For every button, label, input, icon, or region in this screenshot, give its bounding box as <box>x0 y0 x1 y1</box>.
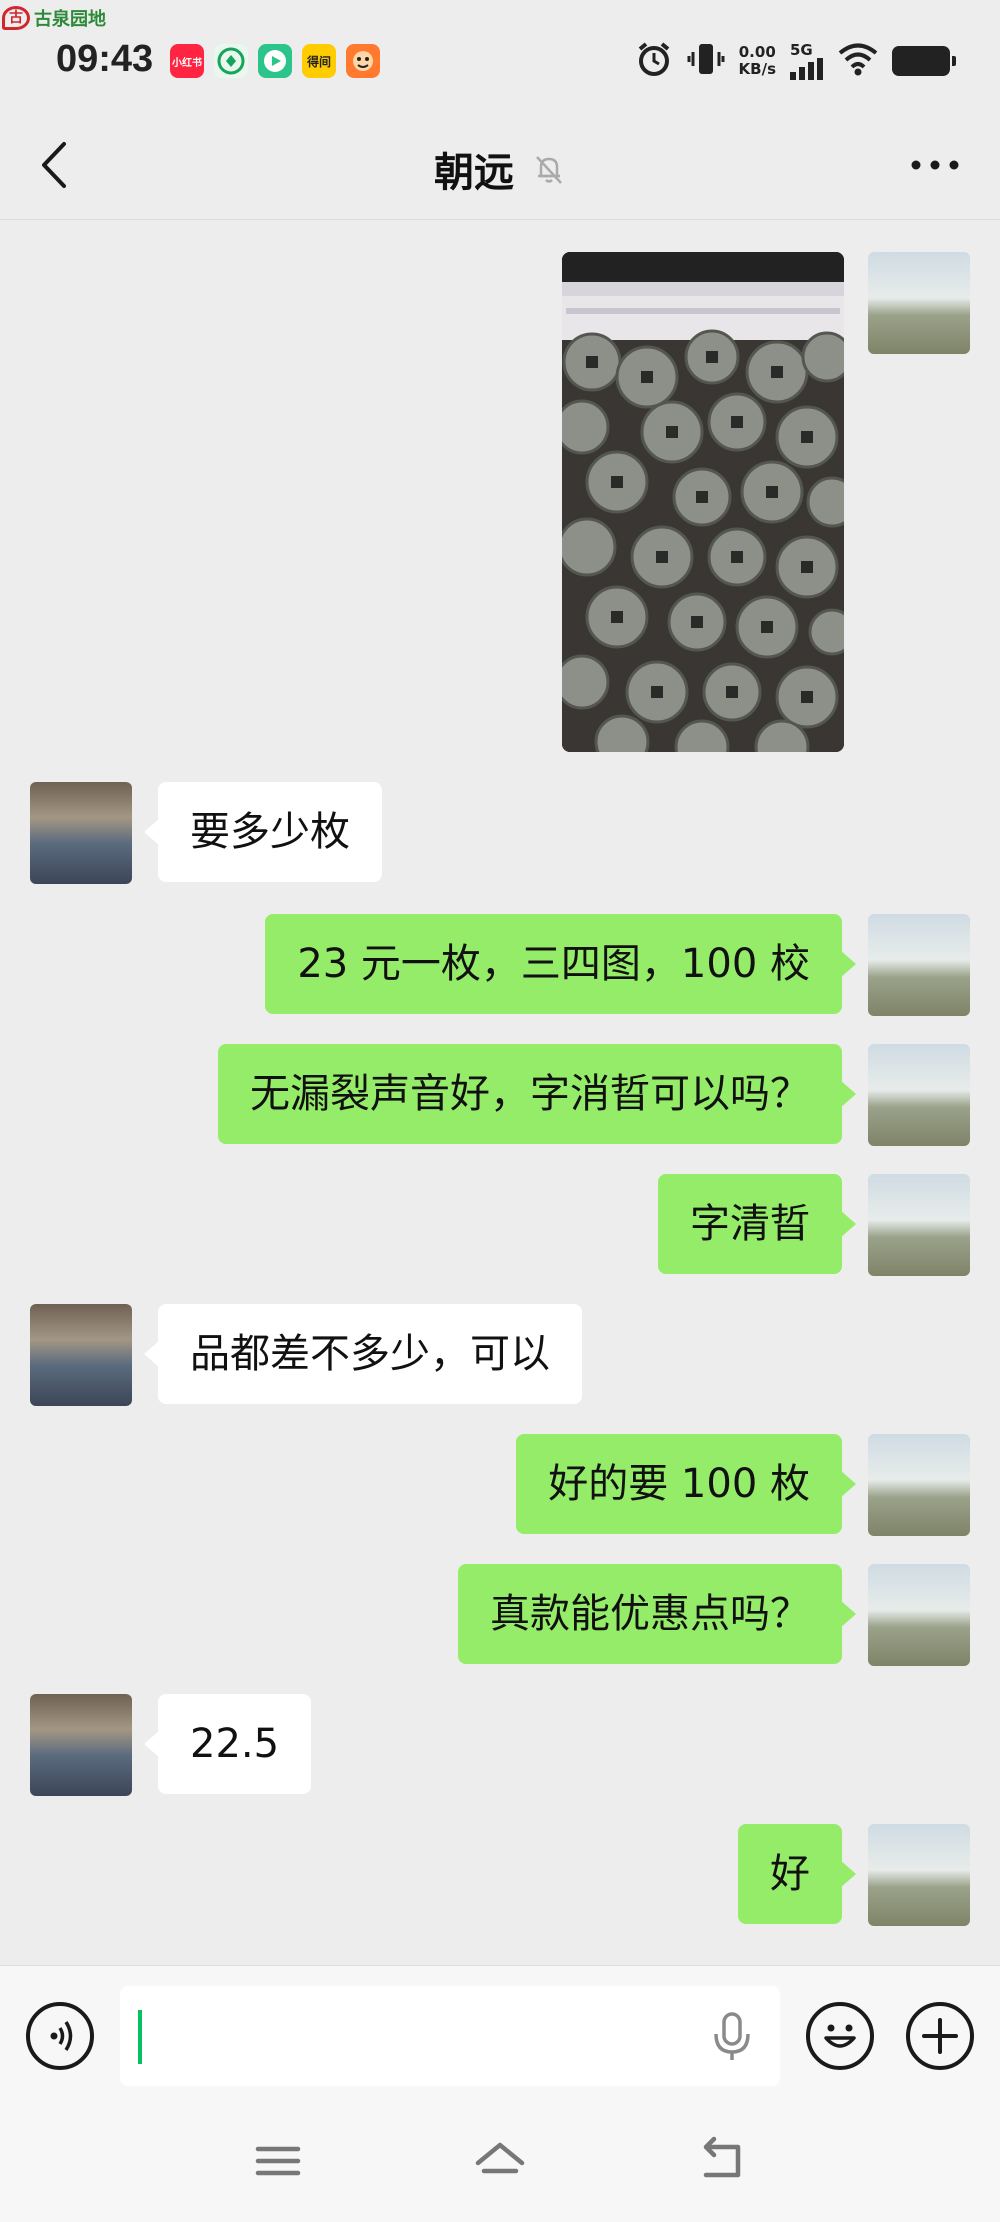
net-speed: 0.00 KB/s <box>739 44 776 78</box>
menu-nav-button[interactable] <box>248 2131 308 2191</box>
system-nav-bar <box>0 2105 1000 2222</box>
status-bar: 09:43 小红书 得间 0.00 KB/s 5G <box>0 30 1000 94</box>
message-bubble-outgoing[interactable]: 无漏裂声音好，字消晢可以吗？ <box>218 1044 856 1144</box>
input-bar <box>0 1965 1000 2105</box>
wifi-icon <box>838 42 878 80</box>
message-input[interactable] <box>120 1986 780 2086</box>
message-bubble-outgoing[interactable]: 23 元一枚，三四图，100 校 <box>265 914 856 1014</box>
alarm-icon <box>635 40 673 82</box>
menu-lines-icon <box>255 2146 301 2176</box>
notification-icons: 小红书 得间 <box>170 44 380 78</box>
text-caret <box>138 2010 142 2064</box>
status-time: 09:43 <box>56 38 154 80</box>
avatar-contact[interactable] <box>30 1304 132 1406</box>
coins-photo <box>562 252 844 752</box>
more-options-button[interactable] <box>906 150 964 180</box>
bank-app-icon <box>214 44 248 78</box>
battery-icon <box>892 46 956 76</box>
microphone-icon[interactable] <box>710 2012 754 2066</box>
more-functions-button[interactable] <box>906 2002 974 2070</box>
game-app-icon <box>346 44 380 78</box>
message-list[interactable]: 要多少枚 23 元一枚，三四图，100 校 无漏裂声音好，字消晢可以吗？ 字清晢… <box>0 222 1000 1962</box>
watermark-logo: 古 古泉园地 <box>2 4 106 32</box>
chat-title: 朝远 <box>434 150 514 196</box>
avatar-self[interactable] <box>868 1824 970 1926</box>
avatar-self[interactable] <box>868 1564 970 1666</box>
title-wrap: 朝远 <box>0 140 1000 198</box>
status-indicators: 0.00 KB/s 5G <box>635 40 956 82</box>
avatar-self[interactable] <box>868 914 970 1016</box>
message-bubble-incoming[interactable]: 22.5 <box>143 1694 312 1794</box>
net-speed-value: 0.00 <box>738 43 776 61</box>
net-speed-unit: KB/s <box>738 60 776 78</box>
vibrate-icon <box>687 40 725 82</box>
more-dots-icon <box>911 160 959 170</box>
video-app-icon <box>258 44 292 78</box>
avatar-contact[interactable] <box>30 1694 132 1796</box>
dewu-app-icon: 得间 <box>302 44 336 78</box>
message-bubble-outgoing[interactable]: 字清晢 <box>658 1174 856 1274</box>
avatar-contact[interactable] <box>30 782 132 884</box>
message-bubble-incoming[interactable]: 品都差不多少，可以 <box>144 1304 582 1404</box>
watermark-icon: 古 <box>2 6 30 30</box>
voice-mode-button[interactable] <box>26 2002 94 2070</box>
home-nav-button[interactable] <box>470 2131 530 2191</box>
signal-bars-icon <box>790 58 823 80</box>
home-icon <box>475 2142 525 2174</box>
watermark-text: 古泉园地 <box>34 9 106 30</box>
voice-wave-icon <box>50 2021 73 2051</box>
avatar-self[interactable] <box>868 1044 970 1146</box>
message-bubble-outgoing[interactable]: 好 <box>738 1824 856 1924</box>
xiaohongshu-icon: 小红书 <box>170 44 204 78</box>
avatar-self[interactable] <box>868 1174 970 1276</box>
avatar-self[interactable] <box>868 252 970 354</box>
return-arrow-icon <box>703 2136 741 2178</box>
network-type: 5G <box>790 41 813 59</box>
avatar-self[interactable] <box>868 1434 970 1536</box>
plus-icon <box>922 2018 958 2054</box>
message-bubble-outgoing[interactable]: 真款能优惠点吗？ <box>458 1564 856 1664</box>
message-bubble-outgoing[interactable]: 好的要 100 枚 <box>516 1434 856 1534</box>
cellular-signal: 5G <box>790 42 824 80</box>
smiley-icon <box>824 2024 856 2048</box>
chat-header: 朝远 <box>0 110 1000 220</box>
emoji-button[interactable] <box>806 2002 874 2070</box>
image-message[interactable] <box>562 252 844 752</box>
mute-bell-icon <box>532 152 566 186</box>
message-bubble-incoming[interactable]: 要多少枚 <box>144 782 382 882</box>
back-nav-button[interactable] <box>692 2131 752 2191</box>
